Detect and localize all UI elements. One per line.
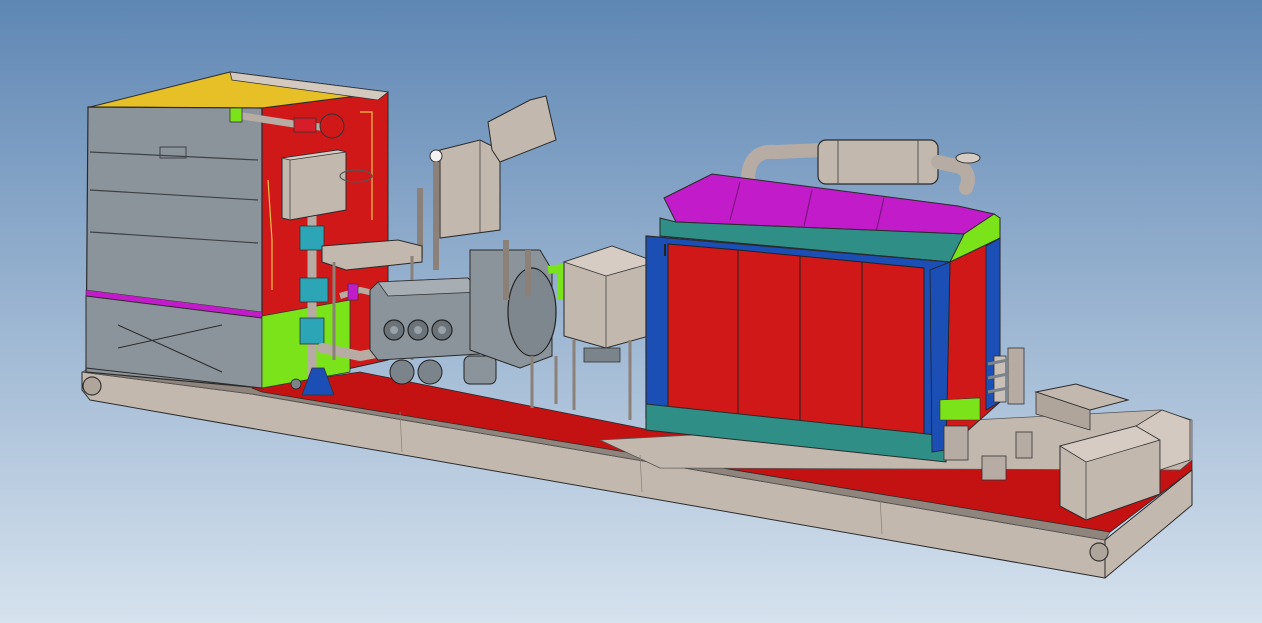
power-unit-enclosure[interactable] bbox=[645, 173, 1001, 463]
enclosure-door-4[interactable] bbox=[861, 261, 925, 445]
pressure-gauge bbox=[429, 149, 443, 163]
skid-model-drawing bbox=[0, 0, 1262, 623]
cyan-valve-upper[interactable] bbox=[299, 225, 325, 251]
enclosure-door-2[interactable] bbox=[737, 249, 801, 429]
hopper-body bbox=[439, 139, 501, 239]
lifting-eye-left bbox=[82, 376, 102, 396]
enclosure-door-1[interactable] bbox=[667, 243, 739, 421]
gearbox-bell-housing bbox=[507, 267, 557, 357]
cad-viewport[interactable] bbox=[0, 0, 1262, 623]
cyan-valve-lower[interactable] bbox=[299, 317, 325, 345]
cyan-valve-middle[interactable] bbox=[299, 277, 329, 303]
silencer-body bbox=[817, 139, 939, 185]
lifting-eye-right bbox=[1089, 542, 1109, 562]
hand-valve[interactable] bbox=[319, 113, 345, 139]
enclosure-door-3[interactable] bbox=[799, 255, 863, 437]
pump-discharge-manifold bbox=[463, 355, 497, 385]
